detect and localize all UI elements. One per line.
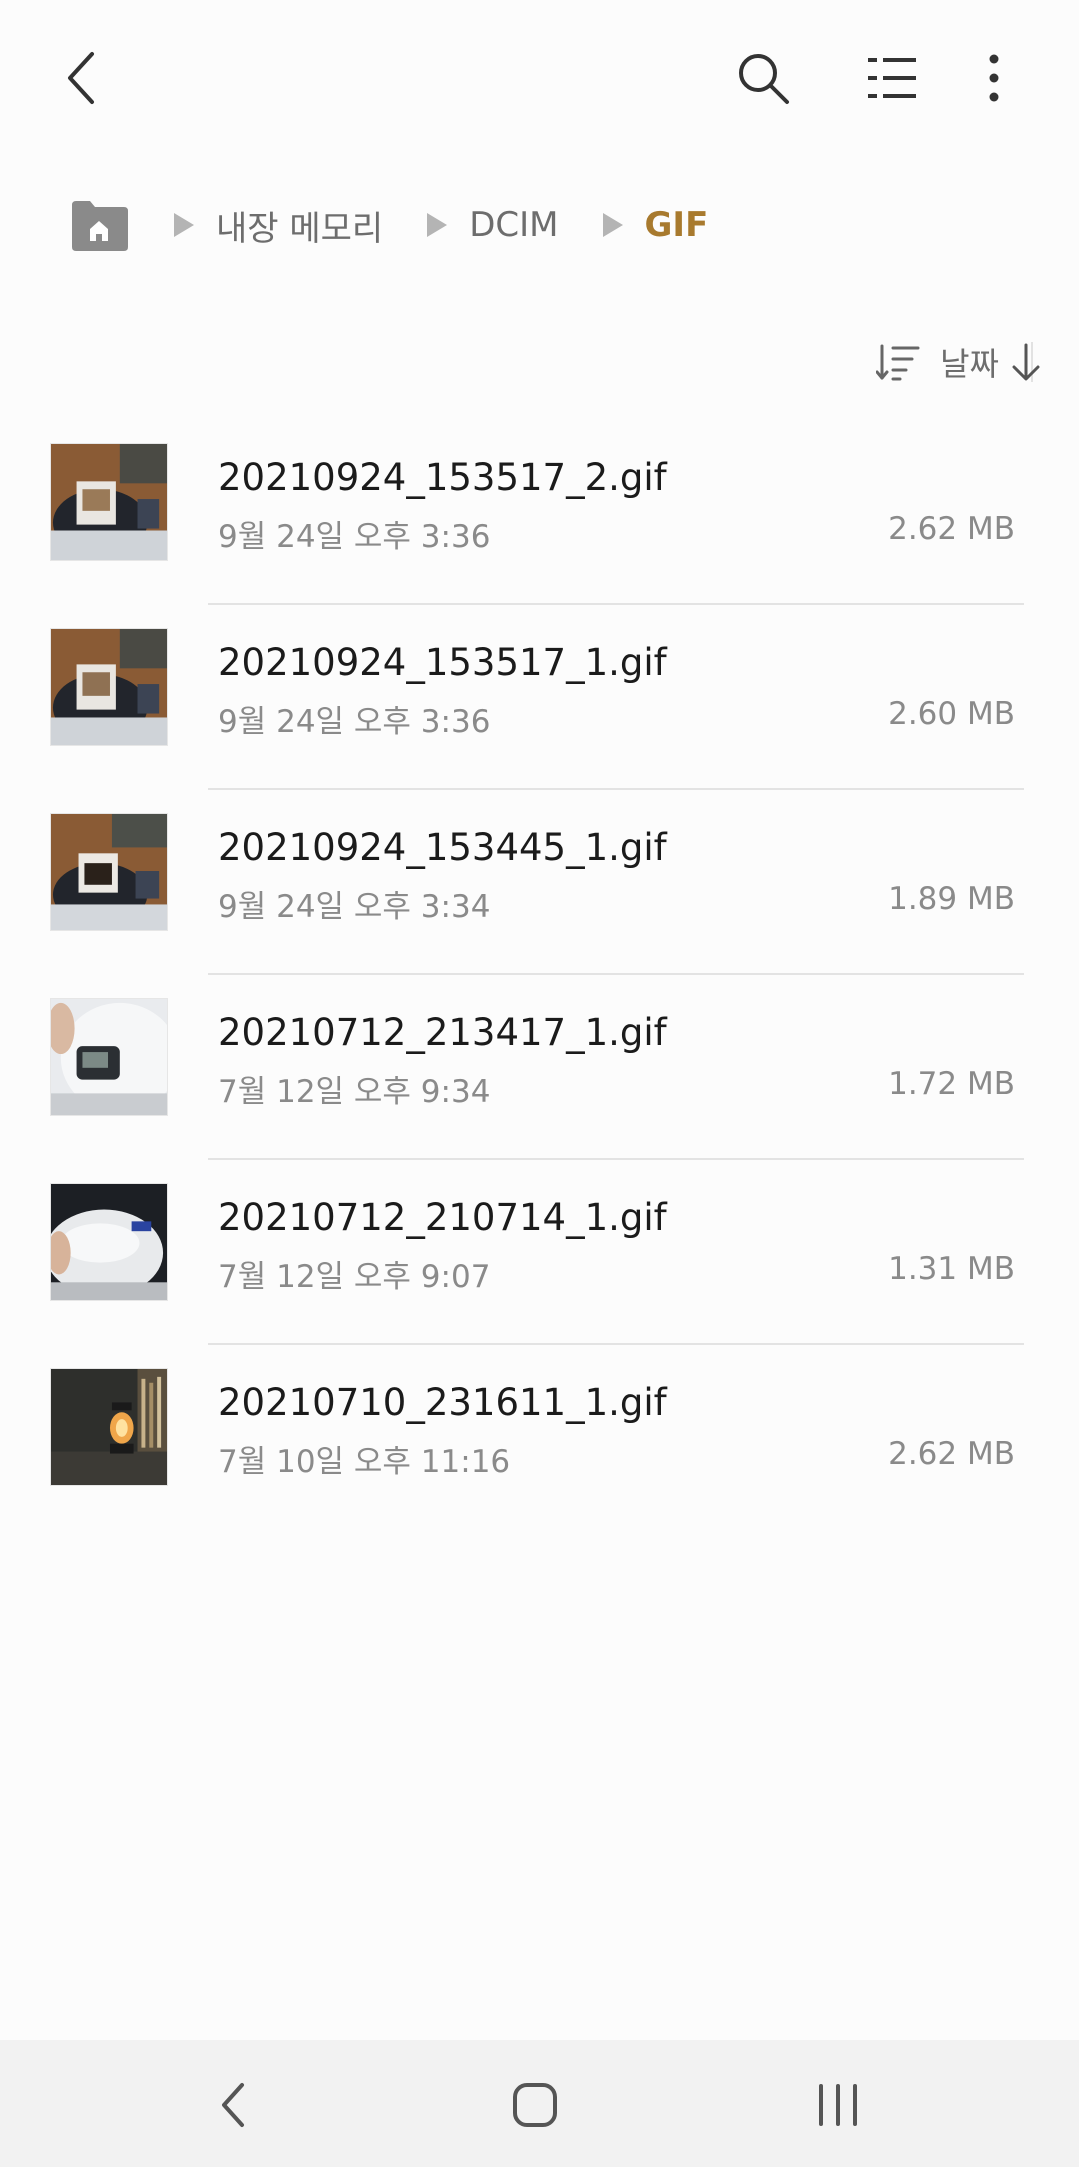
file-date: 7월 12일 오후 9:34 bbox=[218, 1074, 491, 1110]
file-name: 20210924_153517_1.gif bbox=[218, 641, 667, 684]
nav-back-icon bbox=[222, 2083, 244, 2127]
list-item[interactable]: 20210924_153445_1.gif 9월 24일 오후 3:34 1.8… bbox=[0, 790, 1079, 975]
file-size: 2.60 MB bbox=[888, 696, 1015, 732]
file-date: 9월 24일 오후 3:36 bbox=[218, 704, 491, 740]
list-item[interactable]: 20210924_153517_2.gif 9월 24일 오후 3:36 2.6… bbox=[0, 420, 1079, 605]
nav-recents-icon bbox=[819, 2084, 857, 2126]
chevron-left-icon bbox=[68, 52, 94, 104]
nav-home-button[interactable] bbox=[480, 2060, 590, 2150]
home-folder-button[interactable] bbox=[68, 197, 130, 253]
breadcrumb: 내장 메모리 DCIM GIF bbox=[68, 190, 708, 260]
file-name: 20210712_210714_1.gif bbox=[218, 1196, 667, 1239]
app-bar bbox=[0, 0, 1079, 155]
nav-recents-button[interactable] bbox=[783, 2060, 893, 2150]
sort-order-button[interactable] bbox=[1001, 330, 1051, 394]
file-name: 20210924_153517_2.gif bbox=[218, 456, 667, 499]
file-date: 7월 12일 오후 9:07 bbox=[218, 1259, 491, 1295]
file-list: 20210924_153517_2.gif 9월 24일 오후 3:36 2.6… bbox=[0, 420, 1079, 1530]
sort-bar: 날짜 bbox=[719, 330, 1079, 394]
file-size: 2.62 MB bbox=[888, 511, 1015, 547]
breadcrumb-separator-icon bbox=[602, 213, 623, 237]
file-size: 2.62 MB bbox=[888, 1436, 1015, 1472]
file-date: 7월 10일 오후 11:16 bbox=[218, 1444, 511, 1480]
sort-label: 날짜 bbox=[940, 345, 999, 383]
file-size: 1.31 MB bbox=[888, 1251, 1015, 1287]
list-item[interactable]: 20210712_213417_1.gif 7월 12일 오후 9:34 1.7… bbox=[0, 975, 1079, 1160]
file-name: 20210710_231611_1.gif bbox=[218, 1381, 667, 1424]
sort-by-button[interactable]: 날짜 bbox=[719, 330, 1009, 394]
nav-home-icon bbox=[513, 2083, 557, 2127]
file-thumbnail bbox=[50, 998, 168, 1116]
file-date: 9월 24일 오후 3:34 bbox=[218, 889, 491, 925]
nav-back-button[interactable] bbox=[178, 2060, 288, 2150]
more-vertical-icon bbox=[989, 54, 999, 102]
file-size: 1.89 MB bbox=[888, 881, 1015, 917]
file-thumbnail bbox=[50, 628, 168, 746]
more-options-button[interactable] bbox=[944, 28, 1044, 128]
file-thumbnail bbox=[50, 813, 168, 931]
system-navigation-bar bbox=[0, 2040, 1079, 2167]
view-mode-button[interactable] bbox=[842, 28, 942, 128]
file-size: 1.72 MB bbox=[888, 1066, 1015, 1102]
search-button[interactable] bbox=[713, 28, 813, 128]
file-name: 20210712_213417_1.gif bbox=[218, 1011, 667, 1054]
list-item[interactable]: 20210710_231611_1.gif 7월 10일 오후 11:16 2.… bbox=[0, 1345, 1079, 1530]
file-name: 20210924_153445_1.gif bbox=[218, 826, 667, 869]
sort-icon bbox=[876, 344, 920, 381]
file-thumbnail bbox=[50, 1183, 168, 1301]
file-thumbnail bbox=[50, 443, 168, 561]
file-thumbnail bbox=[50, 1368, 168, 1486]
list-view-icon bbox=[868, 58, 916, 98]
back-button[interactable] bbox=[32, 28, 132, 128]
list-item[interactable]: 20210924_153517_1.gif 9월 24일 오후 3:36 2.6… bbox=[0, 605, 1079, 790]
breadcrumb-gif-current: GIF bbox=[644, 205, 709, 245]
home-folder-icon bbox=[72, 201, 128, 251]
file-manager-screen: 내장 메모리 DCIM GIF 날짜 20210924_153517_2.gif… bbox=[0, 0, 1079, 2167]
breadcrumb-separator-icon bbox=[427, 213, 448, 237]
search-icon bbox=[739, 54, 789, 104]
breadcrumb-dcim[interactable]: DCIM bbox=[469, 205, 558, 245]
breadcrumb-separator-icon bbox=[174, 213, 194, 237]
breadcrumb-internal-storage[interactable]: 내장 메모리 bbox=[216, 201, 383, 250]
list-item[interactable]: 20210712_210714_1.gif 7월 12일 오후 9:07 1.3… bbox=[0, 1160, 1079, 1345]
file-date: 9월 24일 오후 3:36 bbox=[218, 519, 491, 555]
arrow-down-icon bbox=[1012, 343, 1040, 381]
